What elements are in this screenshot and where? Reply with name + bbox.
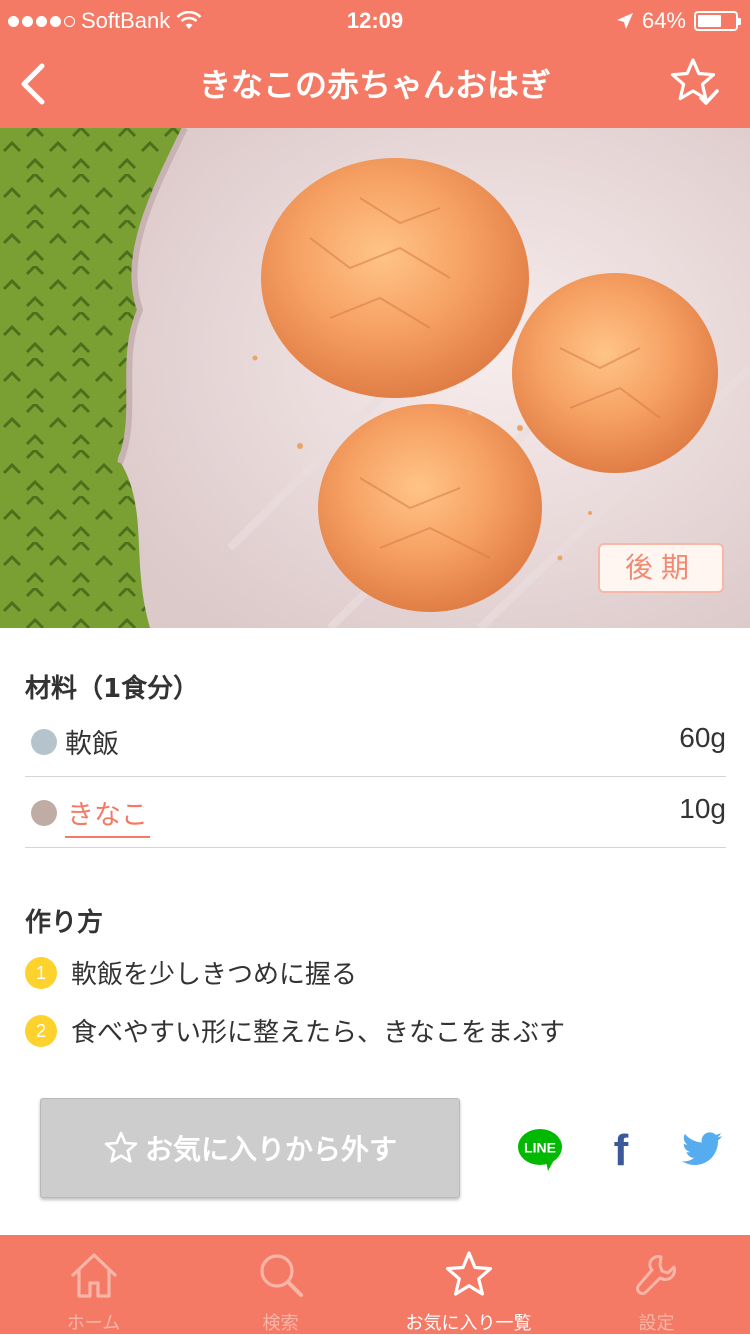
recipe-photo: 後期	[0, 128, 750, 628]
tab-settings[interactable]: 設定	[563, 1235, 750, 1334]
ingredient-color-dot	[31, 800, 57, 826]
search-icon	[260, 1254, 303, 1297]
step-number-badge: 1	[25, 957, 57, 989]
line-logo-text: LINE	[524, 1140, 556, 1156]
twitter-icon	[682, 1132, 722, 1165]
tab-home[interactable]: ホーム	[0, 1235, 187, 1334]
star-check-icon	[670, 58, 719, 105]
remove-favorite-button[interactable]: お気に入りから外す	[40, 1098, 460, 1198]
status-bar: SoftBank 12:09 64%	[0, 0, 750, 40]
ingredient-row: 軟飯 60g	[25, 706, 726, 777]
step-item: 2 食べやすい形に整えたら、きなこをまぶす	[25, 1012, 725, 1052]
share-twitter-button[interactable]	[678, 1125, 726, 1173]
ingredient-row: きなこ 10g	[25, 777, 726, 848]
status-right: 64%	[616, 8, 741, 34]
ingredients-title: 材料（1食分）	[25, 674, 200, 704]
location-arrow-icon	[616, 13, 633, 29]
step-item: 1 軟飯を少しきつめに握る	[25, 954, 725, 994]
star-icon	[445, 1251, 493, 1296]
ingredient-amount: 60g	[679, 722, 726, 753]
tab-bar: ホーム 検索 お気に入り一覧 設定	[0, 1235, 750, 1334]
line-icon: LINE	[518, 1129, 562, 1171]
ingredient-color-dot	[31, 729, 57, 755]
wrench-icon	[636, 1255, 676, 1295]
ingredient-link-kinako[interactable]: きなこ	[65, 793, 150, 838]
tab-home-label: ホーム	[66, 1313, 121, 1334]
facebook-logo-text: f	[614, 1126, 629, 1173]
star-icon	[104, 1131, 138, 1163]
battery-level	[698, 15, 721, 27]
navigation-bar: きなこの赤ちゃんおはぎ	[0, 40, 750, 128]
age-phase-badge: 後期	[598, 543, 724, 593]
home-icon	[71, 1253, 117, 1298]
steps-title: 作り方	[25, 908, 104, 938]
tab-search[interactable]: 検索	[187, 1235, 374, 1334]
share-line-button[interactable]: LINE	[516, 1125, 564, 1173]
ingredient-name: 軟飯	[65, 729, 119, 760]
tab-favorites[interactable]: お気に入り一覧	[375, 1235, 562, 1334]
step-text: 軟飯を少しきつめに握る	[71, 960, 358, 990]
tab-favorites-label: お気に入り一覧	[405, 1313, 532, 1334]
tab-settings-label: 設定	[638, 1313, 675, 1334]
tab-search-label: 検索	[262, 1313, 299, 1334]
ingredient-amount: 10g	[679, 793, 726, 824]
page-title: きなこの赤ちゃんおはぎ	[198, 66, 551, 104]
step-number-badge: 2	[25, 1015, 57, 1047]
battery-percent: 64%	[641, 8, 686, 33]
battery-icon	[694, 11, 741, 31]
remove-favorite-label: お気に入りから外す	[144, 1133, 397, 1166]
facebook-icon: f	[614, 1126, 629, 1173]
share-facebook-button[interactable]: f	[597, 1125, 645, 1173]
step-text: 食べやすい形に整えたら、きなこをまぶす	[71, 1018, 566, 1048]
favorite-toggle-button[interactable]	[668, 56, 722, 110]
